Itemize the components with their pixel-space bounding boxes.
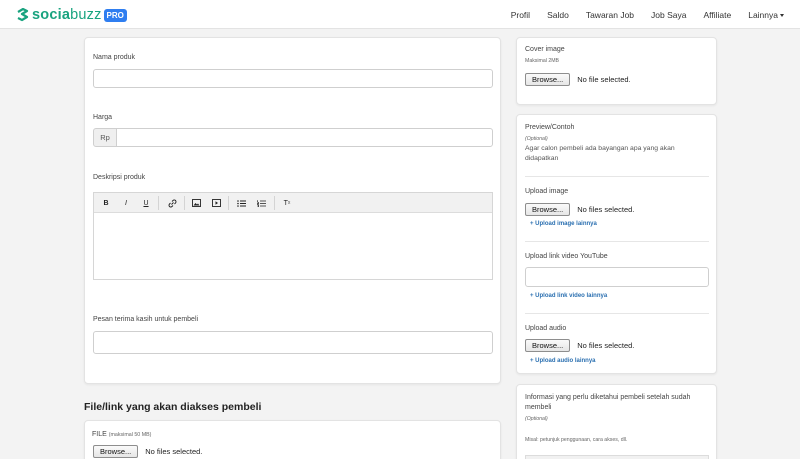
pro-badge: PRO: [103, 8, 127, 22]
cover-browse-button[interactable]: Browse...: [525, 73, 571, 86]
youtube-label: Upload link video YouTube: [525, 253, 608, 260]
toolbar-divider: [228, 196, 229, 210]
cover-image-card: Cover image Maksimal 2MB Browse... No fi…: [516, 37, 717, 105]
toolbar-divider: [184, 196, 185, 210]
numbered-list-icon[interactable]: [255, 197, 267, 209]
cover-image-hint: Maksimal 2MB: [525, 58, 560, 64]
preview-card: Preview/Contoh (Optional) Agar calon pem…: [516, 114, 717, 374]
nav-links: Profil Saldo Tawaran Job Job Saya Affili…: [494, 0, 784, 29]
nav-affiliate[interactable]: Affiliate: [703, 10, 731, 20]
top-navbar: sociabuzz PRO Profil Saldo Tawaran Job J…: [0, 0, 800, 29]
currency-prefix: Rp: [93, 128, 117, 147]
preview-description: Agar calon pembeli ada bayangan apa yang…: [525, 145, 675, 162]
add-image-link[interactable]: + Upload image lainnya: [530, 221, 597, 227]
brand-name: sociabuzz: [32, 7, 102, 23]
harga-label: Harga: [93, 114, 113, 121]
buyer-info-title: Informasi yang perlu diketahui pembeli s…: [525, 394, 691, 411]
chevron-down-icon: [780, 13, 784, 17]
image-status: No files selected.: [577, 205, 635, 214]
image-upload: Browse... No files selected.: [525, 203, 634, 216]
buyer-info-editor-toolbar: [525, 455, 709, 459]
buyer-info-optional: (Optional): [525, 416, 548, 422]
clear-format-button[interactable]: Tx: [281, 197, 293, 209]
file-label: FILE (maksimal 50 MB): [92, 431, 152, 438]
preview-title: Preview/Contoh: [525, 124, 575, 131]
pesan-input[interactable]: [93, 331, 493, 354]
add-audio-link[interactable]: + Upload audio lainnya: [530, 358, 596, 364]
nav-tawaran-job[interactable]: Tawaran Job: [586, 10, 634, 20]
cover-status: No file selected.: [577, 75, 631, 84]
file-status: No files selected.: [145, 447, 203, 456]
section-divider: [525, 176, 709, 177]
video-icon[interactable]: [210, 197, 222, 209]
buyer-info-hint: Misal: petunjuk penggunaan, cara akses, …: [525, 437, 628, 443]
youtube-link-input[interactable]: [525, 267, 709, 287]
nav-lainnya-dropdown[interactable]: Lainnya: [748, 10, 784, 20]
nav-profil[interactable]: Profil: [511, 10, 530, 20]
italic-button[interactable]: I: [120, 197, 132, 209]
image-icon[interactable]: [190, 197, 202, 209]
pesan-label: Pesan terima kasih untuk pembeli: [93, 316, 199, 323]
toolbar-divider: [158, 196, 159, 210]
sociabuzz-logo-icon: [17, 7, 29, 21]
harga-input[interactable]: [116, 128, 493, 147]
sociabuzz-logo[interactable]: sociabuzz PRO: [16, 6, 127, 24]
audio-browse-button[interactable]: Browse...: [525, 339, 571, 352]
nama-produk-label: Nama produk: [93, 54, 136, 61]
section-divider: [525, 313, 709, 314]
deskripsi-label: Deskripsi produk: [93, 174, 146, 181]
cover-upload: Browse... No file selected.: [525, 73, 631, 86]
product-form-card: Nama produk Harga Rp Deskripsi produk B …: [84, 37, 501, 384]
nav-job-saya[interactable]: Job Saya: [651, 10, 686, 20]
upload-audio-label: Upload audio: [525, 325, 567, 332]
image-browse-button[interactable]: Browse...: [525, 203, 571, 216]
nama-produk-input[interactable]: [93, 69, 493, 88]
file-card: FILE (maksimal 50 MB) Browse... No files…: [84, 420, 501, 459]
underline-button[interactable]: U: [140, 197, 152, 209]
buyer-info-card: Informasi yang perlu diketahui pembeli s…: [516, 384, 717, 459]
editor-toolbar: B I U Tx: [94, 193, 492, 213]
audio-upload: Browse... No files selected.: [525, 339, 634, 352]
file-upload: Browse... No files selected.: [93, 445, 202, 458]
section-divider: [525, 241, 709, 242]
audio-status: No files selected.: [577, 341, 635, 350]
nav-saldo[interactable]: Saldo: [547, 10, 569, 20]
deskripsi-editor: B I U Tx: [93, 192, 493, 280]
add-youtube-link[interactable]: + Upload link video lainnya: [530, 293, 607, 299]
upload-image-label: Upload image: [525, 188, 569, 195]
bulleted-list-icon[interactable]: [235, 197, 247, 209]
cover-image-title: Cover image: [525, 46, 565, 53]
link-icon[interactable]: [166, 197, 178, 209]
file-browse-button[interactable]: Browse...: [93, 445, 139, 458]
toolbar-divider: [274, 196, 275, 210]
file-section-title: File/link yang akan diakses pembeli: [84, 401, 262, 413]
bold-button[interactable]: B: [100, 197, 112, 209]
preview-optional: (Optional): [525, 136, 548, 142]
